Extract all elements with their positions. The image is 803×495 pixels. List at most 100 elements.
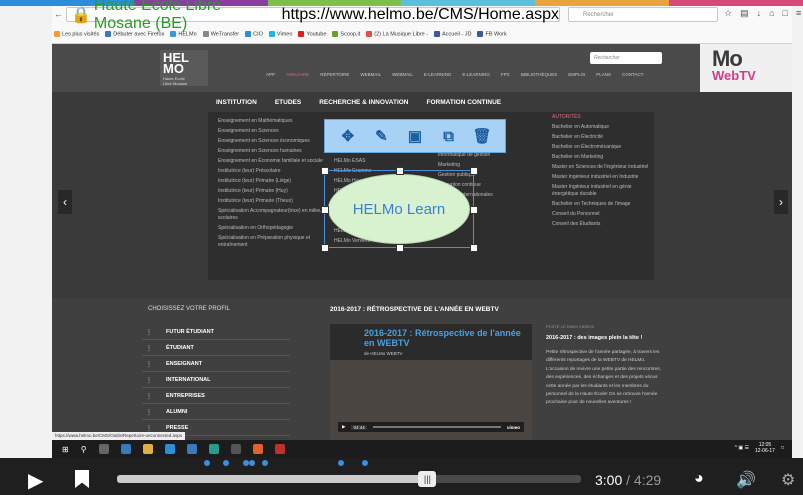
video-seekbar[interactable] — [372, 426, 501, 428]
bookmark-item[interactable]: (2) La Musique Libre - — [366, 30, 428, 37]
menu-link[interactable]: Spécialisation en Préparation physique e… — [218, 235, 336, 249]
resize-handle-n[interactable] — [396, 167, 404, 175]
menu-link[interactable]: Marketing — [438, 162, 528, 169]
resize-handle-se[interactable] — [470, 244, 478, 252]
app-icon-2[interactable] — [186, 444, 197, 454]
menu-link[interactable]: Informatique de gestion — [438, 152, 528, 159]
bookmark-item[interactable]: Vimeo — [268, 30, 292, 37]
menu-link[interactable]: Enseignement en Sciences humaines — [218, 148, 336, 155]
profile-item[interactable]: ⋮ INTERNATIONAL — [142, 372, 290, 388]
profile-item[interactable]: ⋮ ENTREPRISES — [142, 388, 290, 404]
topnav-item[interactable]: BIBLIOTHÈQUES — [521, 72, 557, 77]
topnav-item[interactable]: CONTACT — [622, 72, 643, 77]
menu-link[interactable]: Institutrice (teur) Primaire (Liège) — [218, 178, 336, 185]
menu-link[interactable]: Master Ingénieur industriel en Industrie — [552, 174, 652, 181]
menu-link[interactable]: Master Ingénieur industriel en génie éne… — [552, 184, 652, 198]
video-author[interactable]: de HELMo WEBTV — [364, 351, 403, 356]
resize-handle-e[interactable] — [470, 206, 478, 214]
progress-knob[interactable]: ||| — [418, 471, 437, 487]
topnav-item[interactable]: EMPLOI — [568, 72, 585, 77]
ellipse-shape[interactable]: HELMo Learn — [328, 174, 470, 244]
bookmark-item[interactable]: HELMo — [170, 30, 197, 37]
clock[interactable]: 12:05 12-06-17 — [755, 442, 775, 454]
video-brand[interactable]: vimeo — [507, 425, 520, 430]
pen-icon[interactable]: ✎ — [371, 126, 391, 146]
bookmark-item[interactable]: Les plus visités — [54, 30, 99, 37]
menu-link[interactable]: Enseignement en Économie familiale et so… — [218, 158, 336, 165]
bookmark-item[interactable]: CIO — [245, 30, 263, 37]
news-headline[interactable]: 2016-2017 : des images plein la tête ! — [546, 335, 666, 341]
gear-icon[interactable]: ⚙ — [781, 470, 795, 490]
notification-icon[interactable]: □ — [781, 445, 784, 451]
topnav-item[interactable]: RÉPERTOIRE — [320, 72, 349, 77]
resize-handle-ne[interactable] — [470, 167, 478, 175]
menu-link[interactable]: Bachelier en Électricité — [552, 134, 652, 141]
ellipse-label[interactable]: HELMo Learn — [353, 201, 446, 218]
menu-link[interactable]: Bachelier en Marketing — [552, 154, 652, 161]
carousel-next-button[interactable]: › — [774, 190, 788, 214]
menu-link[interactable]: Institutrice (teur) Préscolaire — [218, 168, 336, 175]
trash-icon[interactable]: 🗑 — [472, 126, 492, 146]
menu-link[interactable]: Bachelier en Techniques de l'image — [552, 201, 652, 208]
menu-icon[interactable]: ≡ — [796, 8, 801, 19]
topnav-item[interactable]: E-LEARNING — [462, 72, 490, 77]
address-bar[interactable]: 🔒 Haute Ecole Libre Mosane (BE) https://… — [66, 0, 560, 32]
menu-link[interactable]: Enseignement en Mathématiques — [218, 118, 336, 125]
speed-icon[interactable]: ◕ — [694, 470, 704, 488]
topnav-item[interactable]: E-LEARNING — [424, 72, 452, 77]
play-icon[interactable]: ▶ — [28, 468, 43, 493]
move-icon[interactable]: ✥ — [338, 126, 358, 146]
star-icon[interactable]: ☆ — [724, 8, 732, 19]
chapter-marker[interactable] — [223, 460, 230, 466]
progress-bar[interactable] — [117, 475, 581, 483]
menu-link[interactable]: HELMo ESAS — [334, 158, 404, 165]
volume-icon[interactable]: 🔊 — [736, 470, 756, 490]
menu-link[interactable]: Enseignement en Sciences économiques — [218, 138, 336, 145]
topnav-item[interactable]: WEBMAIL — [392, 72, 413, 77]
resize-handle-sw[interactable] — [321, 244, 329, 252]
webtv-logo[interactable]: Mo WebTV — [700, 44, 792, 92]
bookmark-item[interactable]: Accueil - JD — [434, 30, 471, 37]
menu-link[interactable]: Spécialisation Accompagnateur(trice) en … — [218, 208, 336, 222]
ellipse-selection[interactable]: HELMo Learn — [321, 167, 478, 252]
menu-link[interactable]: Bachelier en Électromécanique — [552, 144, 652, 151]
video-playbar[interactable]: ▶ 04:44 vimeo — [338, 422, 524, 432]
topnav-item[interactable]: WEBMAIL — [360, 72, 381, 77]
back-icon[interactable]: ← — [54, 9, 63, 19]
profile-item[interactable]: ⋮ FUTUR ÉTUDIANT — [142, 324, 290, 340]
chapter-marker[interactable] — [242, 460, 249, 466]
bookmark-item[interactable]: Débuter avec Firefox — [105, 30, 164, 37]
windows-start-icon[interactable]: ⊞ — [62, 445, 69, 454]
file-explorer-icon[interactable] — [142, 444, 153, 454]
task-view-icon[interactable] — [98, 444, 109, 454]
resize-handle-nw[interactable] — [321, 167, 329, 175]
chapter-marker[interactable] — [361, 460, 368, 466]
edge-icon[interactable] — [164, 444, 175, 454]
topnav-item[interactable]: ANNUAIRE — [286, 72, 309, 77]
chapter-marker[interactable] — [204, 460, 211, 466]
topnav-item[interactable]: FPC — [501, 72, 510, 77]
bookmark-item[interactable]: WeTransfer — [202, 30, 239, 37]
resize-handle-s[interactable] — [396, 244, 404, 252]
search-icon[interactable]: ⚲ — [81, 445, 87, 454]
profile-item[interactable]: ⋮ ÉTUDIANT — [142, 340, 290, 356]
menu-link[interactable]: Bachelier en Automatique — [552, 124, 652, 131]
profile-item[interactable]: ⋮ ENSEIGNANT — [142, 356, 290, 372]
app-icon-3[interactable] — [208, 444, 219, 454]
site-search-input[interactable]: Rechercher — [590, 52, 662, 64]
chat-icon[interactable]: □ — [783, 8, 788, 19]
menu-link[interactable]: Enseignement en Sciences — [218, 128, 336, 135]
menu-link[interactable]: Institutrice (teur) Primaire (Theux) — [218, 198, 336, 205]
menu-link[interactable]: Spécialisation en Orthopédagogie — [218, 225, 336, 232]
resize-handle-w[interactable] — [321, 206, 329, 214]
home-icon[interactable]: ⌂ — [769, 8, 774, 19]
mainnav-item[interactable]: FORMATION CONTINUE — [427, 99, 502, 106]
mainnav-item[interactable]: ETUDES — [275, 99, 301, 106]
app-icon-1[interactable] — [120, 444, 131, 454]
menu-link[interactable]: Conseil du Personnel — [552, 211, 652, 218]
video-title[interactable]: 2016-2017 : Rétrospective de l'année en … — [364, 328, 529, 348]
video-play-icon[interactable]: ▶ — [342, 424, 345, 430]
clipboard-icon[interactable]: ▤ — [740, 8, 749, 19]
mainnav-item[interactable]: RECHERCHE & INNOVATION — [319, 99, 408, 106]
helmo-logo[interactable]: HEL MO Haute Ecole Libre Mosane — [160, 50, 208, 86]
